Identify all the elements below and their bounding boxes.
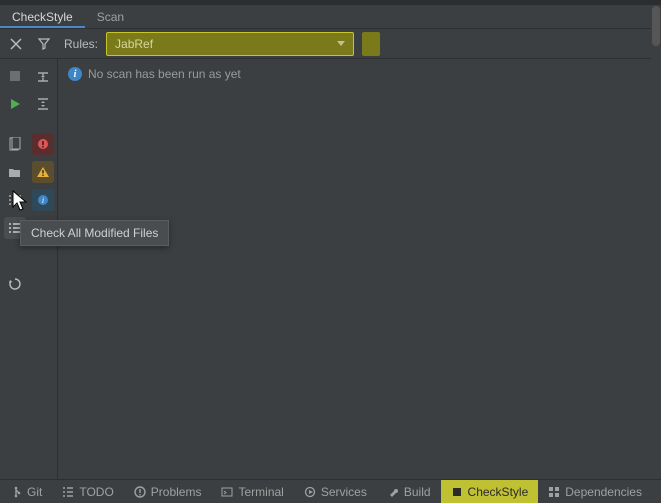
info-icon: i xyxy=(68,67,82,81)
gutter-col-1 xyxy=(0,59,29,479)
status-build[interactable]: Build xyxy=(377,480,441,503)
chevron-down-icon xyxy=(337,41,345,46)
status-terminal[interactable]: Terminal xyxy=(211,480,293,503)
status-dependencies-label: Dependencies xyxy=(565,485,642,499)
status-terminal-label: Terminal xyxy=(238,485,283,499)
status-checkstyle-label: CheckStyle xyxy=(468,485,529,499)
stop-icon[interactable] xyxy=(4,65,26,87)
run-icon[interactable] xyxy=(4,93,26,115)
warning-icon[interactable] xyxy=(32,161,54,183)
close-icon[interactable] xyxy=(6,34,26,54)
status-bar: Git TODO Problems Terminal Services Buil… xyxy=(0,479,661,503)
toolbar: Rules: JabRef xyxy=(0,29,661,59)
rules-label: Rules: xyxy=(64,37,98,51)
expand-icon[interactable] xyxy=(32,93,54,115)
info-badge-icon[interactable]: i xyxy=(32,189,54,211)
error-icon[interactable] xyxy=(32,133,54,155)
collapse-icon[interactable] xyxy=(32,65,54,87)
status-todo-label: TODO xyxy=(79,485,113,499)
folder-icon[interactable] xyxy=(4,161,26,183)
status-dependencies[interactable]: Dependencies xyxy=(538,480,652,503)
check-modified-icon[interactable] xyxy=(4,217,26,239)
status-problems[interactable]: Problems xyxy=(124,480,212,503)
tab-scan[interactable]: Scan xyxy=(85,5,136,28)
status-services-label: Services xyxy=(321,485,367,499)
status-git-label: Git xyxy=(27,485,42,499)
doc-icon[interactable] xyxy=(4,133,26,155)
panel-tabs: CheckStyle Scan xyxy=(0,5,661,29)
status-checkstyle[interactable]: CheckStyle xyxy=(441,480,539,503)
vertical-scrollbar[interactable] xyxy=(651,5,661,479)
list-icon[interactable] xyxy=(4,189,26,211)
no-scan-message: No scan has been run as yet xyxy=(88,67,241,81)
gutter-col-2: i xyxy=(29,59,58,479)
status-git[interactable]: Git xyxy=(0,480,52,503)
content-area: i No scan has been run as yet xyxy=(58,59,661,479)
rules-dropdown-value: JabRef xyxy=(115,37,153,51)
tab-checkstyle[interactable]: CheckStyle xyxy=(0,5,85,28)
status-todo[interactable]: TODO xyxy=(52,480,123,503)
message-row: i No scan has been run as yet xyxy=(68,65,651,83)
left-gutter: i xyxy=(0,59,58,479)
filter-icon[interactable] xyxy=(34,34,54,54)
status-build-label: Build xyxy=(404,485,431,499)
refresh-icon[interactable] xyxy=(4,273,26,295)
status-services[interactable]: Services xyxy=(294,480,377,503)
status-problems-label: Problems xyxy=(151,485,202,499)
scrollbar-thumb[interactable] xyxy=(652,6,660,46)
svg-text:i: i xyxy=(42,196,44,205)
rules-dropdown[interactable]: JabRef xyxy=(106,32,354,56)
rules-highlight-extra xyxy=(362,32,380,56)
main-area: i i No scan has been run as yet xyxy=(0,59,661,479)
